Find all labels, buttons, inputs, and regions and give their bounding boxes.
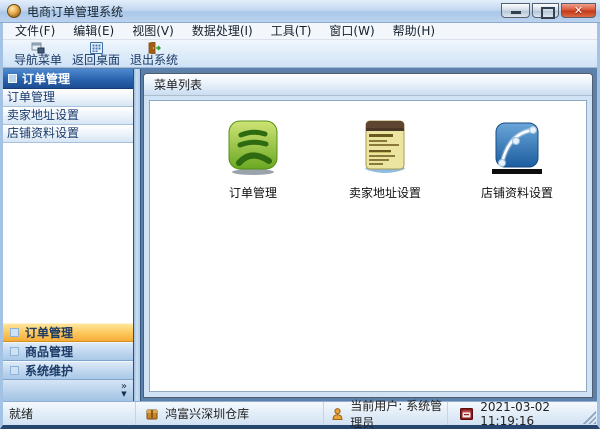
nav-group-header-label: 订单管理 [22, 70, 70, 87]
nav-group-button-products[interactable]: 商品管理 [3, 342, 133, 361]
statusbar: 就绪 鸿富兴深圳仓库 当前用户: 系统管理员 [3, 401, 597, 425]
maximize-button[interactable] [532, 3, 559, 18]
menu-item-window[interactable]: 窗口(W) [320, 23, 383, 40]
menu-item-view[interactable]: 视图(V) [123, 23, 183, 40]
status-ready-label: 就绪 [9, 405, 33, 422]
window-controls [501, 0, 596, 22]
shortcut-seller-address[interactable]: 卖家地址设置 [334, 119, 436, 201]
warehouse-box-icon [146, 408, 158, 420]
nav-group-label: 订单管理 [25, 324, 73, 341]
nav-menu-button[interactable]: 导航菜单 [9, 40, 67, 67]
app-logo-icon [7, 4, 21, 18]
menu-item-help[interactable]: 帮助(H) [384, 23, 444, 40]
toolbar-button-label: 导航菜单 [14, 54, 62, 67]
user-icon [332, 408, 343, 420]
sidebar-item-order-management[interactable]: 订单管理 [3, 89, 133, 107]
toolbar: 导航菜单 返回桌面 [3, 40, 597, 68]
menu-item-file[interactable]: 文件(F) [6, 23, 64, 40]
nav-group-button-maintenance[interactable]: 系统维护 [3, 361, 133, 380]
status-ready: 就绪 [3, 402, 136, 425]
status-datetime-label: 2021-03-02 11:19:16 [480, 400, 597, 428]
toolbar-button-label: 退出系统 [130, 54, 178, 67]
store-profile-icon [489, 119, 545, 180]
sidebar-item-seller-address[interactable]: 卖家地址设置 [3, 107, 133, 125]
menu-item-tools[interactable]: 工具(T) [262, 23, 321, 40]
shortcut-order-management[interactable]: 订单管理 [202, 119, 304, 201]
clock-calendar-icon [460, 408, 473, 420]
status-user-label: 当前用户: 系统管理员 [350, 397, 447, 429]
nav-group-label: 系统维护 [25, 362, 73, 379]
close-button[interactable] [561, 3, 596, 18]
menubar: 文件(F) 编辑(E) 视图(V) 数据处理(I) 工具(T) 窗口(W) 帮助… [3, 23, 597, 40]
main-area: 菜单列表 [141, 69, 597, 401]
status-datetime: 2021-03-02 11:19:16 [448, 402, 597, 425]
navigation-pane: 订单管理 订单管理 卖家地址设置 店铺资料设置 订单管理 商品管理 系统维护 » [3, 69, 134, 401]
nav-group-label: 商品管理 [25, 343, 73, 360]
shortcut-label: 订单管理 [229, 184, 277, 201]
orders-green-icon [225, 119, 281, 180]
nav-group-button-orders[interactable]: 订单管理 [3, 323, 133, 342]
chevron-overflow-icon: » ▼ [121, 382, 127, 398]
menu-item-edit[interactable]: 编辑(E) [64, 23, 123, 40]
square-bullet-icon [8, 74, 17, 83]
square-bullet-icon [10, 328, 19, 337]
titlebar: 电商订单管理系统 [0, 0, 600, 23]
shortcut-store-profile[interactable]: 店铺资料设置 [466, 119, 568, 201]
panel-caption: 菜单列表 [144, 74, 592, 96]
return-desktop-button[interactable]: 返回桌面 [67, 40, 125, 67]
shortcut-label: 店铺资料设置 [481, 184, 553, 201]
nav-group-header: 订单管理 [3, 69, 133, 89]
status-warehouse-label: 鸿富兴深圳仓库 [165, 405, 249, 422]
resize-grip[interactable] [583, 411, 596, 424]
sidebar-empty-area [3, 143, 133, 323]
square-bullet-icon [10, 347, 19, 356]
client-area: 订单管理 订单管理 卖家地址设置 店铺资料设置 订单管理 商品管理 系统维护 » [3, 69, 597, 401]
address-notepad-icon [357, 119, 413, 180]
menu-item-data[interactable]: 数据处理(I) [183, 23, 262, 40]
nav-overflow-button[interactable]: » ▼ [3, 380, 133, 401]
sidebar-item-store-profile[interactable]: 店铺资料设置 [3, 125, 133, 143]
toolbar-button-label: 返回桌面 [72, 54, 120, 67]
status-user: 当前用户: 系统管理员 [324, 402, 448, 425]
minimize-button[interactable] [501, 3, 530, 18]
exit-system-button[interactable]: 退出系统 [125, 40, 183, 67]
menu-list-panel: 菜单列表 [143, 73, 593, 398]
shortcut-label: 卖家地址设置 [349, 184, 421, 201]
sidebar-splitter[interactable] [134, 69, 141, 401]
window-title: 电商订单管理系统 [27, 3, 501, 20]
app-window: 电商订单管理系统 文件(F) 编辑(E) 视图(V) 数据处理(I) 工具(T)… [0, 0, 600, 429]
menu-list-content: 订单管理 [149, 100, 587, 392]
square-bullet-icon [10, 366, 19, 375]
status-warehouse: 鸿富兴深圳仓库 [136, 402, 324, 425]
